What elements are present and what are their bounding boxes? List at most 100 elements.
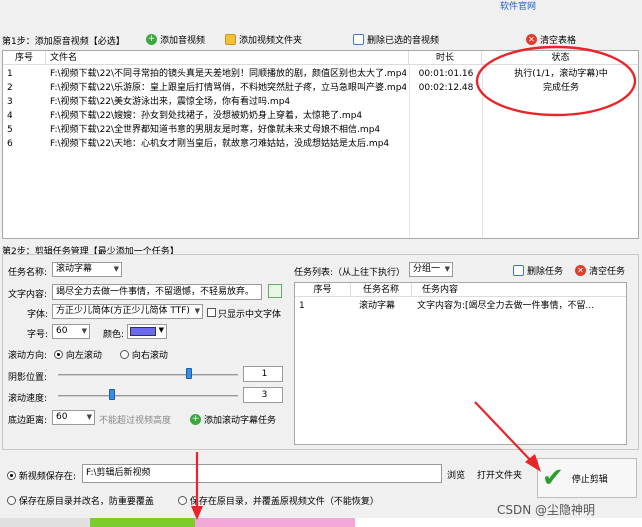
size-select[interactable]: 60 ▼ bbox=[52, 324, 90, 339]
delete-list-icon bbox=[513, 265, 524, 276]
speed-label: 滚动速度: bbox=[8, 394, 48, 404]
row-no: 6 bbox=[7, 139, 13, 149]
text-label: 文字内容: bbox=[8, 290, 48, 300]
task-content: 文字内容为:[竭尽全力去做一件事情，不留... bbox=[417, 301, 595, 311]
col-no: 序号 bbox=[3, 51, 46, 65]
checkmark-icon: ✔ bbox=[542, 463, 564, 493]
text-input[interactable]: 竭尽全力去做一件事情，不留遗憾，不轻易放弃。 bbox=[52, 284, 262, 300]
task-name-select[interactable]: 滚动字幕 ▼ bbox=[52, 262, 122, 277]
font-label: 字体: bbox=[27, 310, 49, 320]
add-task-label: 添加滚动字幕任务 bbox=[204, 416, 277, 426]
dir-left-radio[interactable]: 向左滚动 bbox=[54, 348, 102, 361]
save-new-radio[interactable]: 新视频保存在: bbox=[7, 469, 76, 482]
chevron-down-icon: ▼ bbox=[113, 265, 119, 273]
delete-selected-label: 删除已选的音视频 bbox=[367, 36, 440, 46]
task-table[interactable]: 序号 任务名称 任务内容 1 滚动字幕 文字内容为:[竭尽全力去做一件事情，不留… bbox=[294, 282, 627, 445]
open-folder-button[interactable]: 打开文件夹 bbox=[477, 468, 522, 481]
row-no: 5 bbox=[7, 125, 13, 135]
font-value: 方正少儿简体(方正少儿简体 TTF) bbox=[56, 306, 190, 316]
row-duration bbox=[411, 137, 481, 151]
save-rename-label: 保存在原目录并改名，防重要覆盖 bbox=[18, 497, 154, 507]
clear-icon: ✕ bbox=[575, 265, 586, 276]
chevron-down-icon: ▼ bbox=[81, 327, 87, 335]
add-av-button[interactable]: + 添加音视频 bbox=[146, 33, 205, 46]
delete-task-label: 删除任务 bbox=[527, 267, 564, 277]
shadow-input[interactable]: 1 bbox=[243, 366, 283, 382]
add-folder-label: 添加视频文件夹 bbox=[239, 36, 303, 46]
bottom-value: 60 bbox=[56, 412, 68, 422]
speed-slider[interactable] bbox=[109, 389, 115, 400]
row-file: F:\视频下载\22\嫂嫂：孙女到处找裙子，没想被奶奶身上穿着，太惊艳了.mp4 bbox=[50, 111, 363, 121]
speed-input[interactable]: 3 bbox=[243, 387, 283, 403]
row-file: F:\视频下载\22\美女游泳出来，震惊全场，你有看过吗.mp4 bbox=[50, 97, 291, 107]
direction-label: 滚动方向: bbox=[8, 351, 48, 361]
add-circle-icon: + bbox=[190, 414, 201, 425]
row-file: F:\视频下载\22\不同寻常拍的镜头真是天差地别！同顺播放的剧，颜值区别也太大… bbox=[50, 69, 406, 79]
folder-icon bbox=[225, 34, 236, 45]
shadow-track bbox=[58, 374, 238, 376]
bottom-label: 底边距离: bbox=[8, 416, 48, 426]
task-list-label: 任务列表:（从上往下执行） bbox=[294, 268, 406, 278]
delete-task-button[interactable]: 删除任务 bbox=[513, 264, 563, 277]
website-link[interactable]: 软件官网 bbox=[500, 0, 536, 12]
color-label: 颜色: bbox=[103, 330, 125, 340]
add-task-button[interactable]: + 添加滚动字幕任务 bbox=[190, 413, 276, 426]
shadow-label: 阴影位置: bbox=[8, 373, 48, 383]
color-picker[interactable]: ▼ bbox=[127, 324, 167, 339]
task-col-content: 任务内容 bbox=[412, 283, 626, 297]
delete-selected-button[interactable]: 删除已选的音视频 bbox=[353, 33, 439, 46]
row-no: 3 bbox=[7, 97, 13, 107]
radio-icon bbox=[7, 471, 16, 480]
row-file: F:\视频下载\22\全世界都知道书意的男朋友是时寒，好像就未来丈母娘不相信.m… bbox=[50, 125, 381, 135]
step1-title: 第1步：添加原音视频【必选】 bbox=[2, 37, 125, 47]
clear-tasks-button[interactable]: ✕ 清空任务 bbox=[575, 264, 625, 277]
save-new-label: 新视频保存在: bbox=[18, 472, 76, 482]
row-no: 1 bbox=[7, 69, 13, 79]
chinese-only-checkbox[interactable] bbox=[207, 308, 216, 317]
row-no: 4 bbox=[7, 111, 13, 121]
row-status bbox=[484, 123, 638, 137]
shadow-slider[interactable] bbox=[186, 368, 193, 379]
row-duration bbox=[411, 123, 481, 137]
bottom-hint: 不能超过视频高度 bbox=[99, 416, 172, 426]
annotation-ellipse bbox=[475, 45, 637, 117]
text-edit-icon[interactable] bbox=[268, 284, 282, 298]
group-select[interactable]: 分组一 ▼ bbox=[409, 262, 453, 277]
radio-icon bbox=[178, 496, 187, 505]
progress-pink bbox=[195, 518, 355, 527]
bottom-select[interactable]: 60 ▼ bbox=[52, 410, 95, 425]
task-name-label: 任务名称: bbox=[8, 268, 48, 278]
task-col-no: 序号 bbox=[295, 283, 351, 297]
task-no: 1 bbox=[299, 301, 305, 311]
group-value: 分组一 bbox=[413, 264, 441, 274]
task-name-value: 滚动字幕 bbox=[56, 264, 93, 274]
row-file: F:\视频下载\22\天地：心机女才刚当皇后，就故意刁难姑姑，没成想姑姑是太后.… bbox=[50, 139, 390, 149]
add-av-label: 添加音视频 bbox=[160, 36, 206, 46]
browse-button[interactable]: 浏览 bbox=[447, 468, 465, 481]
color-swatch bbox=[130, 327, 156, 336]
task-col-name: 任务名称 bbox=[351, 283, 412, 297]
save-overwrite-label: 保存在原目录，并覆盖原视频文件（不能恢复） bbox=[189, 497, 379, 507]
delete-list-icon bbox=[353, 34, 364, 45]
font-select[interactable]: 方正少儿简体(方正少儿简体 TTF) ▼ bbox=[52, 304, 203, 319]
row-no: 2 bbox=[7, 83, 13, 93]
chevron-down-icon: ▼ bbox=[194, 307, 200, 315]
save-path-input[interactable]: F:\剪辑后新视频 bbox=[82, 464, 442, 483]
dir-right-label: 向右滚动 bbox=[131, 351, 168, 361]
stop-button[interactable]: ✔ 停止剪辑 bbox=[537, 458, 637, 498]
progress-gap bbox=[0, 518, 90, 527]
clear-tasks-label: 清空任务 bbox=[589, 267, 626, 277]
size-label: 字号: bbox=[27, 330, 49, 340]
chevron-down-icon: ▼ bbox=[444, 265, 450, 273]
save-rename-radio[interactable]: 保存在原目录并改名，防重要覆盖 bbox=[7, 494, 154, 507]
save-overwrite-radio[interactable]: 保存在原目录，并覆盖原视频文件（不能恢复） bbox=[178, 494, 379, 507]
row-status bbox=[484, 137, 638, 151]
chevron-down-icon: ▼ bbox=[86, 413, 92, 421]
dir-right-radio[interactable]: 向右滚动 bbox=[120, 348, 168, 361]
row-file: F:\视频下载\22\乐游原：皇上跟皇后打情骂俏，不料她突然肚子疼，立马急眼叫产… bbox=[50, 83, 406, 93]
progress-green bbox=[90, 518, 195, 527]
dir-left-label: 向左滚动 bbox=[65, 351, 102, 361]
add-folder-button[interactable]: 添加视频文件夹 bbox=[225, 33, 302, 46]
size-value: 60 bbox=[56, 326, 68, 336]
task-name: 滚动字幕 bbox=[359, 301, 396, 311]
